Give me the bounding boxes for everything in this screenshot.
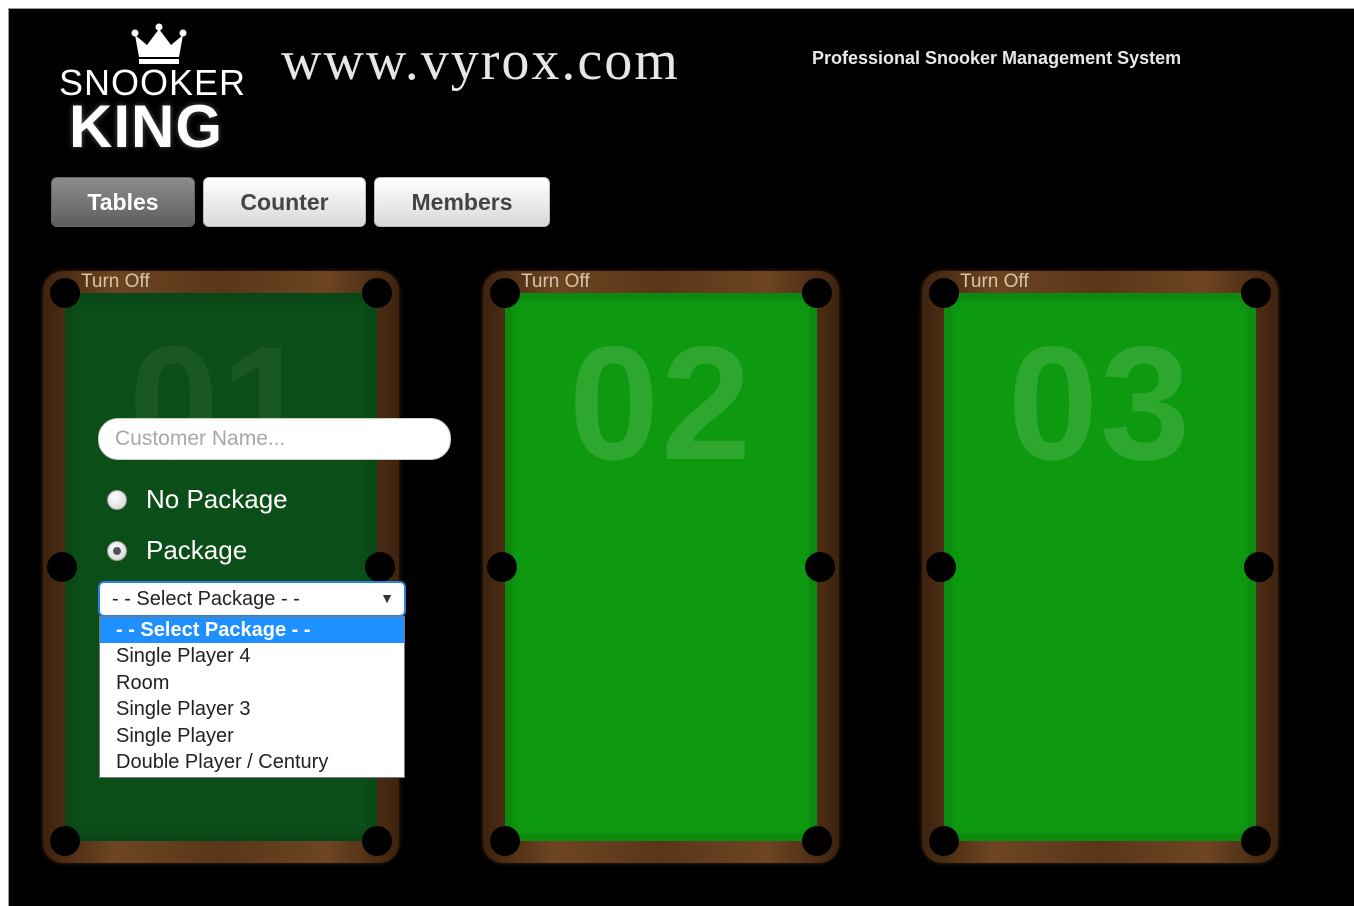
radio-button[interactable] bbox=[107, 489, 127, 510]
turn-off-button[interactable]: Turn Off bbox=[521, 271, 590, 293]
pocket-icon bbox=[487, 552, 517, 582]
logo-text-bottom: KING bbox=[69, 93, 223, 160]
pocket-icon bbox=[805, 552, 835, 582]
radio-no-package[interactable]: No Package bbox=[107, 484, 288, 515]
dropdown-arrow-icon: ▼ bbox=[380, 590, 394, 606]
radio-label: Package bbox=[146, 535, 248, 565]
package-select-value: - - Select Package - - bbox=[112, 587, 300, 610]
pocket-icon bbox=[1244, 552, 1274, 582]
pocket-icon bbox=[490, 278, 520, 308]
tab-members[interactable]: Members bbox=[374, 177, 550, 227]
pocket-icon bbox=[929, 278, 959, 308]
app-frame: SNOOKER KING www.vyrox.com Professional … bbox=[8, 8, 1354, 906]
package-option[interactable]: Room bbox=[100, 670, 404, 696]
pocket-icon bbox=[1241, 826, 1271, 856]
pocket-icon bbox=[362, 826, 392, 856]
table-number: 01 bbox=[128, 313, 314, 494]
radio-label: No Package bbox=[146, 484, 288, 514]
customer-name-input[interactable] bbox=[98, 418, 451, 460]
tab-counter[interactable]: Counter bbox=[203, 177, 366, 227]
site-url: www.vyrox.com bbox=[281, 30, 680, 92]
package-option[interactable]: - - Select Package - - bbox=[100, 617, 404, 644]
tab-tables[interactable]: Tables bbox=[51, 177, 195, 227]
table-number: 02 bbox=[568, 313, 754, 494]
pocket-icon bbox=[802, 826, 832, 856]
package-dropdown-list[interactable]: - - Select Package - - Single Player 4 R… bbox=[99, 616, 405, 778]
package-option[interactable]: Single Player 3 bbox=[100, 696, 404, 722]
turn-off-button[interactable]: Turn Off bbox=[81, 271, 150, 293]
package-option[interactable]: Double Player / Century bbox=[100, 749, 404, 775]
pocket-icon bbox=[929, 826, 959, 856]
pocket-icon bbox=[926, 552, 956, 582]
pocket-icon bbox=[802, 278, 832, 308]
pocket-icon bbox=[50, 278, 80, 308]
snooker-table-02[interactable]: 02 Turn Off bbox=[483, 271, 839, 863]
pocket-icon bbox=[47, 552, 77, 582]
pocket-icon bbox=[490, 826, 520, 856]
package-option[interactable]: Single Player bbox=[100, 723, 404, 749]
pocket-icon bbox=[50, 826, 80, 856]
table-number: 03 bbox=[1007, 313, 1193, 494]
turn-off-button[interactable]: Turn Off bbox=[960, 271, 1029, 293]
tagline: Professional Snooker Management System bbox=[812, 48, 1182, 68]
pocket-icon bbox=[1241, 278, 1271, 308]
pocket-icon bbox=[365, 552, 395, 582]
radio-package[interactable]: Package bbox=[107, 535, 247, 566]
package-option[interactable]: Single Player 4 bbox=[100, 643, 404, 669]
pocket-icon bbox=[362, 278, 392, 308]
crown-icon bbox=[131, 23, 187, 64]
snooker-table-03[interactable]: 03 Turn Off bbox=[922, 271, 1278, 863]
snooker-king-logo: SNOOKER KING bbox=[59, 23, 249, 157]
package-select[interactable]: - - Select Package - - ▼ bbox=[98, 581, 406, 617]
radio-button[interactable] bbox=[107, 540, 127, 561]
